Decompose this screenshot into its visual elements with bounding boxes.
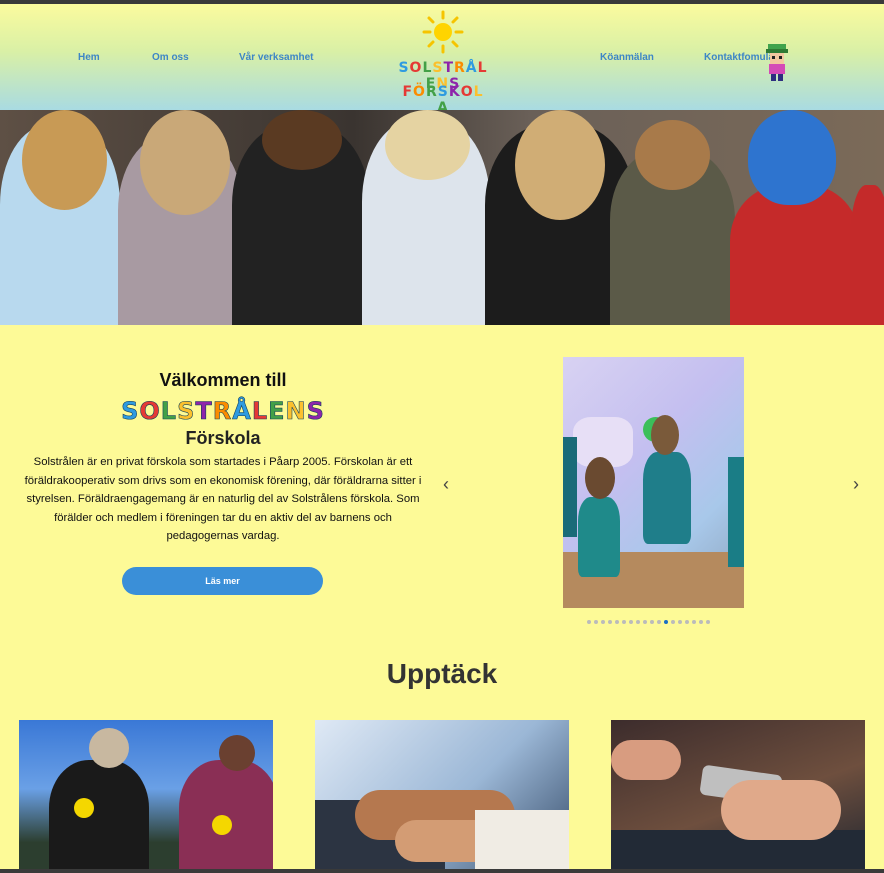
slider-dot[interactable] [650, 620, 654, 624]
slider-image [563, 357, 744, 608]
welcome-brand-word: SOLSTRÅLENS [121, 397, 325, 426]
slider-dot[interactable] [601, 620, 605, 624]
slider-dots[interactable] [587, 620, 710, 624]
hero-image [0, 110, 884, 325]
welcome-subheading: Förskola [185, 428, 261, 448]
read-more-button[interactable]: Läs mer [122, 567, 323, 595]
nav-link-var-verksamhet[interactable]: Vår verksamhet [239, 52, 314, 63]
slider-dot[interactable] [699, 620, 703, 624]
nav-link-om-oss[interactable]: Om oss [152, 52, 189, 63]
welcome-text: Solstrålen är en privat förskola som sta… [24, 456, 422, 542]
site-logo[interactable]: SOLSTRÅLENS FÖRSKOLA [398, 10, 488, 116]
slider-dot[interactable] [615, 620, 619, 624]
slider-dot[interactable] [643, 620, 647, 624]
sun-icon [422, 10, 464, 54]
slider-dot[interactable] [657, 620, 661, 624]
discover-card-1[interactable] [19, 720, 273, 873]
welcome-section: Välkommen till SOLSTRÅLENS Förskola Sols… [18, 369, 428, 546]
bottom-border [0, 869, 884, 873]
slider-dot[interactable] [629, 620, 633, 624]
site-header: Hem Om oss Vår verksamhet Köanmälan Kont… [0, 4, 884, 116]
nav-link-hem[interactable]: Hem [78, 52, 100, 63]
nav-link-koanmalan[interactable]: Köanmälan [600, 52, 654, 63]
slider-dot[interactable] [664, 620, 668, 624]
mascot-icon [766, 44, 788, 81]
slider-dot[interactable] [678, 620, 682, 624]
slider-dot[interactable] [622, 620, 626, 624]
slider-dot[interactable] [685, 620, 689, 624]
slider-dot[interactable] [636, 620, 640, 624]
welcome-heading: Välkommen till [159, 370, 287, 390]
slider-prev-button[interactable]: ‹ [443, 474, 449, 495]
slider-dot[interactable] [671, 620, 675, 624]
slider-dot[interactable] [706, 620, 710, 624]
slider-dot[interactable] [594, 620, 598, 624]
slider-next-button[interactable]: › [853, 474, 859, 495]
slider-dot[interactable] [608, 620, 612, 624]
discover-card-3[interactable] [611, 720, 865, 873]
discover-heading: Upptäck [386, 658, 498, 689]
slider-dot[interactable] [587, 620, 591, 624]
discover-card-2[interactable] [315, 720, 569, 873]
slider-dot[interactable] [692, 620, 696, 624]
